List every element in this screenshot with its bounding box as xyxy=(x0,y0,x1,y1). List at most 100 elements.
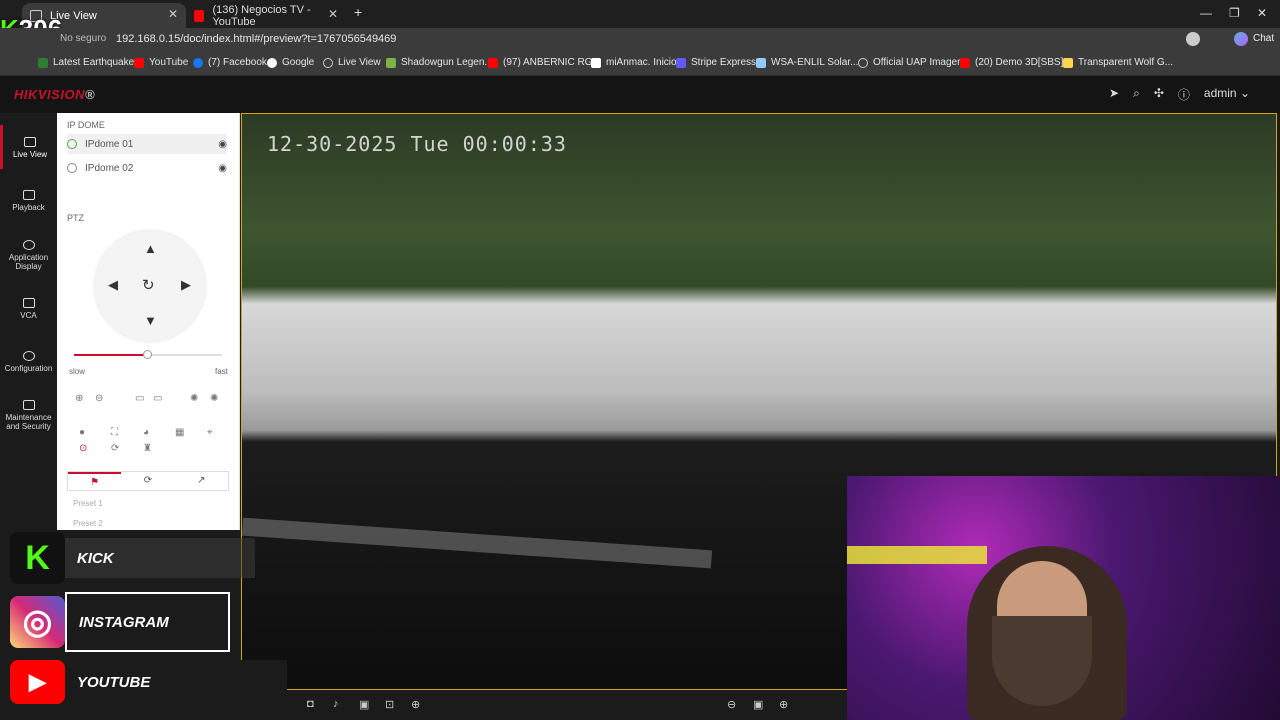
copilot-icon[interactable] xyxy=(1234,32,1248,46)
ptz-control[interactable]: ▲ ▼ ◀ ▶ ↻ xyxy=(95,231,205,341)
track-icon[interactable]: ⌖ xyxy=(207,427,213,438)
bookmark-item[interactable]: YouTube xyxy=(134,57,188,68)
next-icon[interactable]: ⊕ xyxy=(779,698,788,711)
bookmark-item[interactable]: WSA-ENLIL Solar... xyxy=(756,57,858,68)
search-icon[interactable]: ⌕ xyxy=(1133,86,1140,103)
info-icon[interactable]: ⓘ xyxy=(1178,86,1190,103)
bookmark-item[interactable]: (7) Facebook xyxy=(193,57,267,68)
gear-icon xyxy=(22,351,35,361)
bookmark-item[interactable]: miAnmac. Inicio xyxy=(591,57,677,68)
restore-icon[interactable]: ❐ xyxy=(1229,6,1240,20)
bookmark-item[interactable]: Latest Earthquakes xyxy=(38,57,139,68)
bookmark-item[interactable]: Stripe Express xyxy=(676,57,756,68)
focus-near-icon[interactable]: ▭ xyxy=(135,393,144,404)
profile-avatar[interactable] xyxy=(1186,32,1200,46)
address-bar[interactable]: No seguro 192.168.0.15/doc/index.html#/p… xyxy=(0,28,1280,52)
slider-handle[interactable] xyxy=(142,350,152,359)
ptz-title: PTZ xyxy=(67,213,84,223)
digital-zoom-icon[interactable]: ⊡ xyxy=(385,698,394,711)
microphone-icon[interactable]: ♪ xyxy=(333,698,339,710)
wiper-icon[interactable]: ◕ xyxy=(143,427,149,438)
preset-tabs: ⚑ ⟳ ↗ xyxy=(67,471,229,491)
new-tab-icon[interactable]: + xyxy=(354,4,362,20)
refresh-icon[interactable]: ⟳ xyxy=(111,443,119,454)
bookmark-item[interactable]: Google xyxy=(267,57,314,68)
arrow-left-icon[interactable]: ◀ xyxy=(108,277,118,293)
tab-presets[interactable]: ⚑ xyxy=(68,472,122,490)
close-tab-icon[interactable]: ✕ xyxy=(168,7,178,21)
instagram-logo-icon: ◎ xyxy=(10,596,65,648)
bookmark-icon xyxy=(38,57,48,68)
bookmark-label: Google xyxy=(282,57,315,68)
tower-icon[interactable]: ♜ xyxy=(143,443,152,454)
bookmark-label: Official UAP Imagery xyxy=(873,57,966,68)
instagram-overlay: ◎ INSTAGRAM xyxy=(10,592,230,652)
stop-all-icon[interactable]: ▣ xyxy=(753,698,763,711)
camera-status-icon xyxy=(67,163,77,173)
arrow-right-icon[interactable]: ▶ xyxy=(181,277,191,293)
iris-open-icon[interactable]: ✺ xyxy=(190,393,198,404)
bookmark-label: miAnmac. Inicio xyxy=(606,57,677,68)
youtube-overlay: ▶ YOUTUBE xyxy=(10,660,287,704)
bookmark-item[interactable]: Official UAP Imagery xyxy=(858,57,965,68)
bookmark-icon xyxy=(267,57,277,68)
nav-maintenance[interactable]: Maintenance and Security xyxy=(0,400,57,431)
speed-slider[interactable] xyxy=(74,350,222,359)
bookmark-item[interactable]: Shadowgun Legen... xyxy=(386,57,493,68)
fullscreen-icon[interactable]: ⛶ xyxy=(111,427,118,438)
zoom-search-icon[interactable]: ⊙ xyxy=(79,443,87,454)
tab-pattern[interactable]: ↗ xyxy=(175,472,228,490)
bookmark-item[interactable]: (20) Demo 3D[SBS]... xyxy=(960,57,1072,68)
nav-label: Application Display xyxy=(8,253,49,271)
speed-slow-label: slow xyxy=(69,367,86,376)
youtube-handle: YOUTUBE xyxy=(65,660,287,704)
minimize-icon[interactable]: — xyxy=(1200,6,1212,20)
camera-item[interactable]: IPdome 01 ◉ xyxy=(67,134,227,154)
snapshot-icon[interactable]: ◘ xyxy=(307,698,314,710)
bookmark-icon xyxy=(756,57,766,68)
record-icon[interactable]: ◉ xyxy=(218,163,227,174)
bookmark-item[interactable]: Live View xyxy=(323,57,381,68)
user-name: admin xyxy=(1203,86,1237,100)
webcam-overlay xyxy=(847,476,1280,720)
iris-close-icon[interactable]: ✺ xyxy=(210,393,218,404)
close-tab-icon[interactable]: ✕ xyxy=(328,7,338,21)
bookmark-item[interactable]: Transparent Wolf G... xyxy=(1063,57,1173,68)
brand-mark: ® xyxy=(84,87,96,102)
tab-youtube[interactable]: (136) Negocios TV - YouTube ✕ xyxy=(186,3,346,28)
record-clip-icon[interactable]: ▣ xyxy=(359,698,369,711)
puzzle-icon[interactable]: ✣ xyxy=(1154,86,1164,103)
preset-item[interactable]: Preset 2 xyxy=(73,519,103,528)
tab-patrol[interactable]: ⟳ xyxy=(121,472,174,490)
camera-item[interactable]: IPdome 02 ◉ xyxy=(67,158,227,178)
arrow-down-icon[interactable]: ▼ xyxy=(144,313,157,328)
auto-rotate-icon[interactable]: ↻ xyxy=(142,276,155,294)
bookmark-item[interactable]: (97) ANBERNIC RG... xyxy=(488,57,601,68)
user-menu[interactable]: admin ⌄ xyxy=(1204,86,1250,103)
grid-icon[interactable]: ▦ xyxy=(175,427,184,438)
bookmark-label: Shadowgun Legen... xyxy=(401,57,493,68)
close-window-icon[interactable]: ✕ xyxy=(1257,6,1267,20)
kick-logo-icon: K xyxy=(10,532,65,584)
nav-playback[interactable]: Playback xyxy=(0,190,57,212)
focus-far-icon[interactable]: ▭ xyxy=(153,393,162,404)
url-text[interactable]: 192.168.0.15/doc/index.html#/preview?t=1… xyxy=(116,33,396,45)
arrow-up-icon[interactable]: ▲ xyxy=(144,241,157,256)
brand-logo: HIKVISION® xyxy=(14,87,95,102)
prev-icon[interactable]: ⊖ xyxy=(727,698,736,711)
preset-item[interactable]: Preset 1 xyxy=(73,499,103,508)
zoom-in-icon[interactable]: ⊕ xyxy=(75,393,83,404)
chat-label[interactable]: Chat xyxy=(1253,33,1274,44)
nav-live-view[interactable]: Live View xyxy=(0,125,57,169)
light-icon[interactable]: ● xyxy=(79,427,85,438)
capture-icon[interactable]: ⊕ xyxy=(411,698,420,711)
nav-label: VCA xyxy=(20,311,37,320)
send-icon[interactable]: ➤ xyxy=(1109,86,1119,103)
nav-label: Live View xyxy=(12,150,48,159)
record-icon[interactable]: ◉ xyxy=(218,139,227,150)
zoom-out-icon[interactable]: ⊖ xyxy=(95,393,103,404)
nav-configuration[interactable]: Configuration xyxy=(0,351,57,373)
nav-application-display[interactable]: Application Display xyxy=(0,240,57,271)
nav-vca[interactable]: VCA xyxy=(0,298,57,320)
camera-status-icon xyxy=(67,139,77,149)
